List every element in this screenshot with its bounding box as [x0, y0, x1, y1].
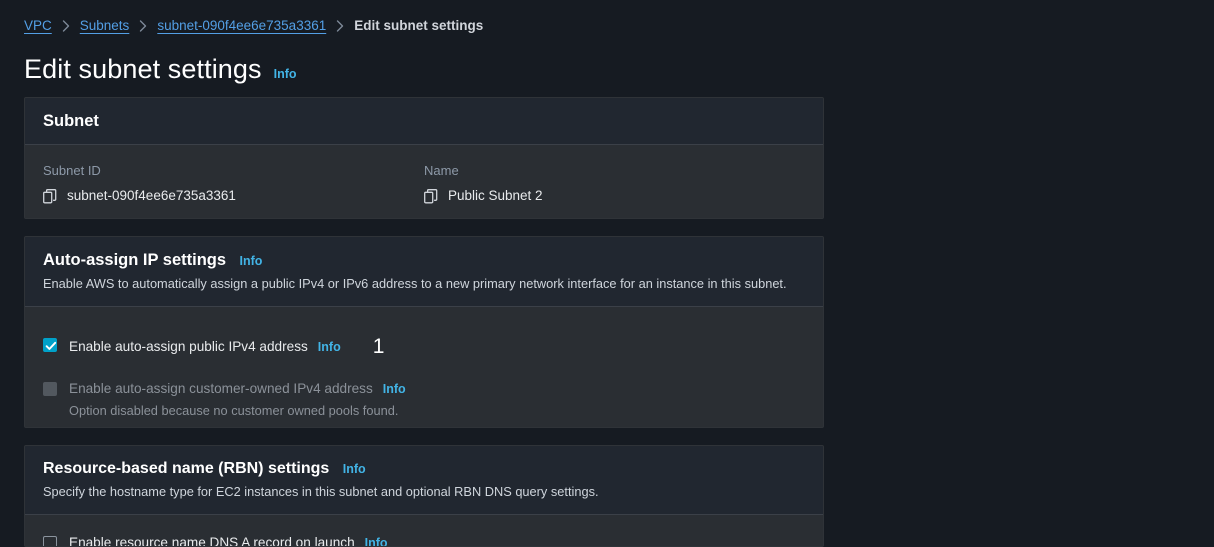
- subnet-name-value-row: Public Subnet 2: [424, 187, 805, 205]
- auto-assign-public-ipv4-info-link[interactable]: Info: [318, 340, 341, 354]
- page-title-row: Edit subnet settings Info: [24, 52, 297, 86]
- auto-assign-panel-description: Enable AWS to automatically assign a pub…: [43, 276, 787, 291]
- checkbox-label-auto-assign-customer-owned-ipv4: Enable auto-assign customer-owned IPv4 a…: [69, 381, 373, 396]
- checkbox-label-auto-assign-public-ipv4: Enable auto-assign public IPv4 address: [69, 339, 308, 354]
- page-title: Edit subnet settings: [24, 54, 262, 84]
- breadcrumb: VPC Subnets subnet-090f4ee6e735a3361 Edi…: [24, 17, 483, 35]
- breadcrumb-item-vpc[interactable]: VPC: [24, 17, 52, 35]
- auto-assign-panel-title: Auto-assign IP settings: [43, 251, 227, 269]
- auto-assign-panel-header: Auto-assign IP settings Info Enable AWS …: [25, 237, 823, 306]
- checkbox-disabled-reason: Option disabled because no customer owne…: [69, 403, 399, 418]
- checkbox-auto-assign-public-ipv4[interactable]: [43, 338, 57, 352]
- checkbox-label-line: Enable auto-assign public IPv4 address I…: [69, 335, 385, 358]
- rbn-settings-panel: Resource-based name (RBN) settings Info …: [24, 445, 824, 547]
- chevron-right-icon: [62, 20, 70, 32]
- rbn-panel-description: Specify the hostname type for EC2 instan…: [43, 484, 599, 500]
- chevron-right-icon: [139, 20, 147, 32]
- auto-assign-customer-owned-info-link[interactable]: Info: [383, 382, 406, 396]
- rbn-panel-body: Enable resource name DNS A record on lau…: [25, 515, 823, 547]
- edit-subnet-settings-page: VPC Subnets subnet-090f4ee6e735a3361 Edi…: [0, 0, 1214, 547]
- checkbox-label-line: Enable resource name DNS A record on lau…: [69, 534, 388, 547]
- checkbox-row-auto-assign-customer-owned-ipv4: Enable auto-assign customer-owned IPv4 a…: [25, 356, 823, 419]
- subnet-id-label: Subnet ID: [43, 163, 101, 178]
- checkbox-label-wrap: Enable resource name DNS A record on lau…: [69, 534, 388, 547]
- subnet-panel-header: Subnet: [25, 98, 823, 144]
- auto-assign-ip-settings-panel: Auto-assign IP settings Info Enable AWS …: [24, 236, 824, 428]
- auto-assign-panel-body: Enable auto-assign public IPv4 address I…: [25, 307, 823, 419]
- subnet-id-field: Subnet ID subnet-090f4ee6e735a3361: [43, 162, 424, 205]
- checkbox-label-wrap: Enable auto-assign customer-owned IPv4 a…: [69, 380, 406, 419]
- breadcrumb-item-subnets[interactable]: Subnets: [80, 17, 130, 35]
- checkbox-row-resource-name-dns-a-record[interactable]: Enable resource name DNS A record on lau…: [25, 515, 823, 547]
- checkbox-label-line: Enable auto-assign customer-owned IPv4 a…: [69, 380, 406, 398]
- checkbox-row-auto-assign-public-ipv4[interactable]: Enable auto-assign public IPv4 address I…: [25, 307, 823, 358]
- auto-assign-info-link[interactable]: Info: [240, 254, 263, 268]
- rbn-panel-title: Resource-based name (RBN) settings: [43, 460, 330, 477]
- copy-icon[interactable]: [43, 188, 57, 204]
- checkbox-label-resource-name-dns-a-record: Enable resource name DNS A record on lau…: [69, 535, 355, 547]
- subnet-name-value: Public Subnet 2: [448, 188, 543, 203]
- subnet-panel-body: Subnet ID subnet-090f4ee6e735a3361 Name: [25, 145, 823, 218]
- page-info-link[interactable]: Info: [274, 67, 297, 81]
- rbn-panel-header: Resource-based name (RBN) settings Info …: [25, 446, 823, 515]
- resource-name-dns-a-record-info-link[interactable]: Info: [365, 536, 388, 546]
- subnet-name-field: Name Public Subnet 2: [424, 162, 805, 205]
- checkbox-label-wrap: Enable auto-assign public IPv4 address I…: [69, 335, 385, 358]
- subnet-panel-title: Subnet: [43, 112, 99, 130]
- subnet-detail-grid: Subnet ID subnet-090f4ee6e735a3361 Name: [25, 145, 823, 218]
- subnet-panel: Subnet Subnet ID subnet-090f4ee6e735a336…: [24, 97, 824, 219]
- checkbox-auto-assign-customer-owned-ipv4: [43, 382, 57, 396]
- copy-icon[interactable]: [424, 188, 438, 204]
- rbn-info-link[interactable]: Info: [343, 462, 366, 476]
- subnet-name-label: Name: [424, 163, 459, 178]
- annotation-marker-1: 1: [372, 335, 385, 358]
- breadcrumb-item-current: Edit subnet settings: [354, 18, 484, 33]
- subnet-id-value-row: subnet-090f4ee6e735a3361: [43, 187, 424, 205]
- checkbox-resource-name-dns-a-record[interactable]: [43, 536, 57, 546]
- breadcrumb-item-subnet-id[interactable]: subnet-090f4ee6e735a3361: [157, 17, 326, 35]
- chevron-right-icon: [336, 20, 344, 32]
- subnet-id-value: subnet-090f4ee6e735a3361: [67, 188, 236, 203]
